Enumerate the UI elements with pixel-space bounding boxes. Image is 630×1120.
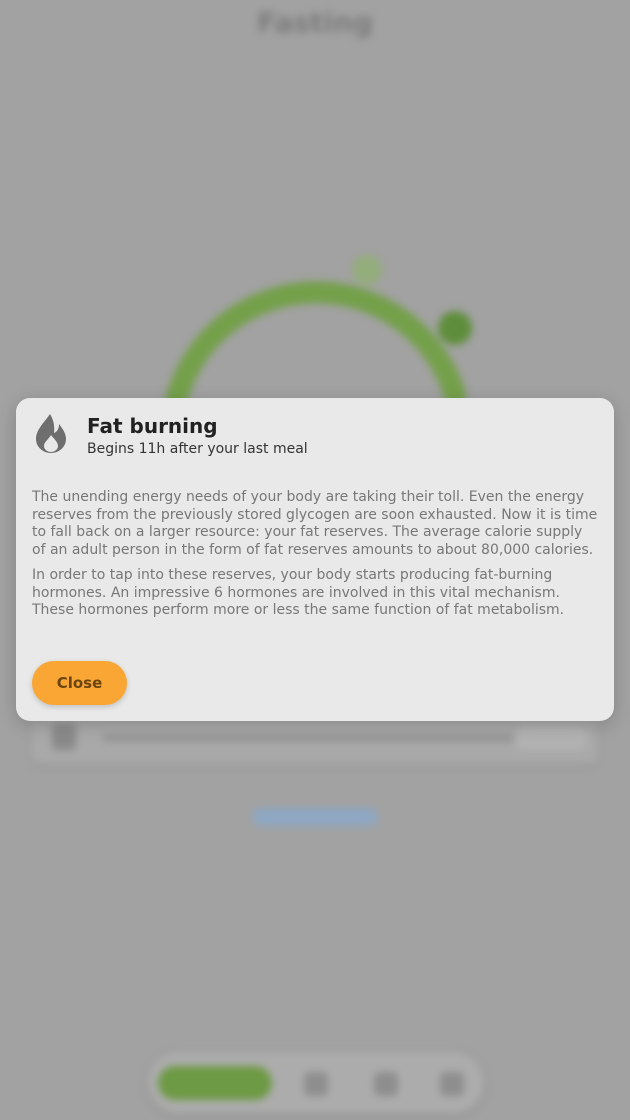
nav-item bbox=[374, 1072, 398, 1096]
close-button[interactable]: Close bbox=[32, 661, 127, 705]
nav-item bbox=[440, 1072, 464, 1096]
background-link bbox=[252, 808, 378, 826]
stage-marker bbox=[352, 255, 382, 285]
dialog-title: Fat burning bbox=[87, 414, 218, 438]
flame-icon bbox=[36, 414, 66, 453]
dialog-paragraph: In order to tap into these reserves, you… bbox=[32, 567, 565, 618]
dialog-body: The unending energy needs of your body a… bbox=[32, 489, 600, 628]
nav-item-active bbox=[158, 1066, 272, 1100]
progress-ring bbox=[164, 255, 472, 416]
info-dialog: Fat burning Begins 11h after your last m… bbox=[16, 398, 614, 721]
dialog-paragraph: The unending energy needs of your body a… bbox=[32, 489, 598, 558]
dialog-subtitle: Begins 11h after your last meal bbox=[87, 441, 308, 457]
progress-arc bbox=[164, 281, 466, 416]
current-marker bbox=[438, 311, 472, 345]
card-button bbox=[514, 726, 588, 750]
card-icon bbox=[52, 724, 76, 750]
bottom-navigation bbox=[148, 1052, 484, 1114]
nav-item bbox=[304, 1072, 328, 1096]
card-text bbox=[102, 734, 522, 742]
